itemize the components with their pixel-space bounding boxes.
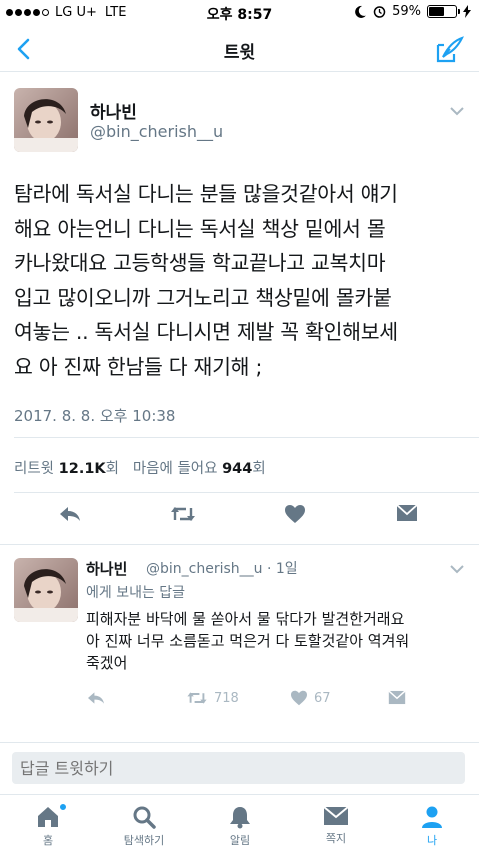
search-icon <box>133 806 156 829</box>
tweet-text-line: 입고 많이오니까 그거노리고 책상밑에 몰카붙 <box>14 285 392 310</box>
reply-actions: 718 67 <box>0 690 479 720</box>
tab-home[interactable]: 홈 <box>8 805 88 848</box>
tab-messages[interactable]: 쪽지 <box>296 805 376 846</box>
divider <box>0 544 479 545</box>
reply-icon <box>60 507 80 521</box>
like-label: 마음에 들어요 <box>132 461 218 477</box>
heart-icon <box>291 690 307 706</box>
reply-author-handle[interactable]: @bin_cherish__u · 1일 <box>146 558 298 578</box>
charging-icon <box>463 5 471 18</box>
tab-bar: 홈 탐색하기 알림 쪽지 나 <box>0 794 479 853</box>
tweet-stats: 리트윗 12.1K회 마음에 들어요 944회 <box>14 457 266 478</box>
battery-percent: 59% <box>392 4 421 19</box>
author-handle[interactable]: @bin_cherish__u <box>90 122 223 141</box>
like-button[interactable]: 67 <box>290 690 331 706</box>
avatar[interactable] <box>14 558 78 622</box>
page-title: 트윗 <box>223 43 256 63</box>
tab-search[interactable]: 탐색하기 <box>104 805 184 848</box>
reply-button[interactable] <box>86 690 106 706</box>
divider <box>14 492 479 493</box>
direct-message-button[interactable] <box>388 690 406 705</box>
reply-input[interactable] <box>12 752 465 784</box>
like-unit: 회 <box>252 461 266 477</box>
status-bar: LG U+ LTE 오후 8:57 59% <box>0 0 479 26</box>
tweet-text-line: 요 아 진짜 한남들 다 재기해 ; <box>14 354 263 379</box>
home-icon <box>38 807 58 827</box>
tweet-date: 2017. 8. 8. 오후 10:38 <box>14 407 176 425</box>
retweet-label: 리트윗 <box>14 461 55 477</box>
retweet-button[interactable] <box>170 504 196 524</box>
retweet-count: 12.1K <box>58 461 106 477</box>
author-name[interactable]: 하나빈 <box>90 98 137 123</box>
reply-icon <box>88 692 104 704</box>
reply-text-line: 피해자분 바닥에 물 쏟아서 물 닦다가 발견한거래요 <box>86 610 405 628</box>
reply-text-line: 죽겠어 <box>86 654 128 672</box>
tweet-text-line: 해요 아는언니 다니는 독서실 책상 밑에서 몰 <box>14 216 386 241</box>
divider <box>14 437 479 438</box>
tab-label: 알림 <box>229 834 251 847</box>
tweet-text-line: 탐라에 독서실 다니는 분들 많을것같아서 얘기 <box>14 182 398 206</box>
tweet-text-line: 카나왔대요 고등학생들 학교끝나고 교복치마 <box>14 251 386 275</box>
retweet-icon <box>171 507 195 521</box>
bell-icon <box>230 807 250 829</box>
direct-message-button[interactable] <box>396 504 418 522</box>
envelope-icon <box>396 504 418 521</box>
compose-tweet-icon[interactable] <box>435 35 465 65</box>
reply-retweet-count: 718 <box>214 690 239 706</box>
like-count: 944 <box>222 461 253 477</box>
tab-label: 나 <box>426 834 438 847</box>
reply-text: 피해자분 바닥에 물 쏟아서 물 닦다가 발견한거래요 아 진짜 너무 소름돋고… <box>86 608 466 674</box>
tab-me[interactable]: 나 <box>392 805 472 848</box>
battery-icon <box>427 5 460 18</box>
like-stat[interactable]: 마음에 들어요 944회 <box>133 461 266 477</box>
reply-button[interactable] <box>58 504 82 524</box>
chevron-down-icon[interactable] <box>449 564 465 574</box>
status-right: 59% <box>354 4 471 19</box>
chevron-down-icon[interactable] <box>449 106 465 116</box>
tweet-text-line: 여놓는 .. 독서실 다니시면 제발 꼭 확인해보세 <box>14 320 398 344</box>
tab-label: 쪽지 <box>325 832 347 845</box>
avatar[interactable] <box>14 88 78 152</box>
alarm-icon <box>373 6 386 18</box>
retweet-button[interactable]: 718 <box>186 690 239 706</box>
retweet-icon <box>187 692 207 704</box>
retweet-unit: 회 <box>105 461 119 477</box>
reply-author-name[interactable]: 하나빈 <box>86 558 127 579</box>
reply-composer <box>0 742 479 794</box>
nav-bar: 트윗 <box>0 26 479 72</box>
heart-icon <box>285 505 305 523</box>
tab-label: 탐색하기 <box>123 834 165 847</box>
battery-fill <box>429 7 445 16</box>
tab-label: 홈 <box>42 834 54 847</box>
tweet-actions <box>0 504 479 534</box>
retweet-stat[interactable]: 리트윗 12.1K회 <box>14 461 119 477</box>
reply-to-label[interactable]: 에게 보내는 답글 <box>86 582 185 602</box>
reply-like-count: 67 <box>314 690 331 706</box>
tab-notifications[interactable]: 알림 <box>200 805 280 848</box>
do-not-disturb-icon <box>355 5 367 18</box>
notification-dot <box>59 803 67 811</box>
tweet-text: 탐라에 독서실 다니는 분들 많을것같아서 얘기 해요 아는언니 다니는 독서실… <box>14 177 469 384</box>
like-button[interactable] <box>284 504 306 524</box>
envelope-icon <box>388 690 406 705</box>
person-icon <box>422 806 442 828</box>
envelope-icon <box>323 806 349 825</box>
reply-text-line: 아 진짜 너무 소름돋고 먹은거 다 토할것같아 역겨워 <box>86 632 410 650</box>
